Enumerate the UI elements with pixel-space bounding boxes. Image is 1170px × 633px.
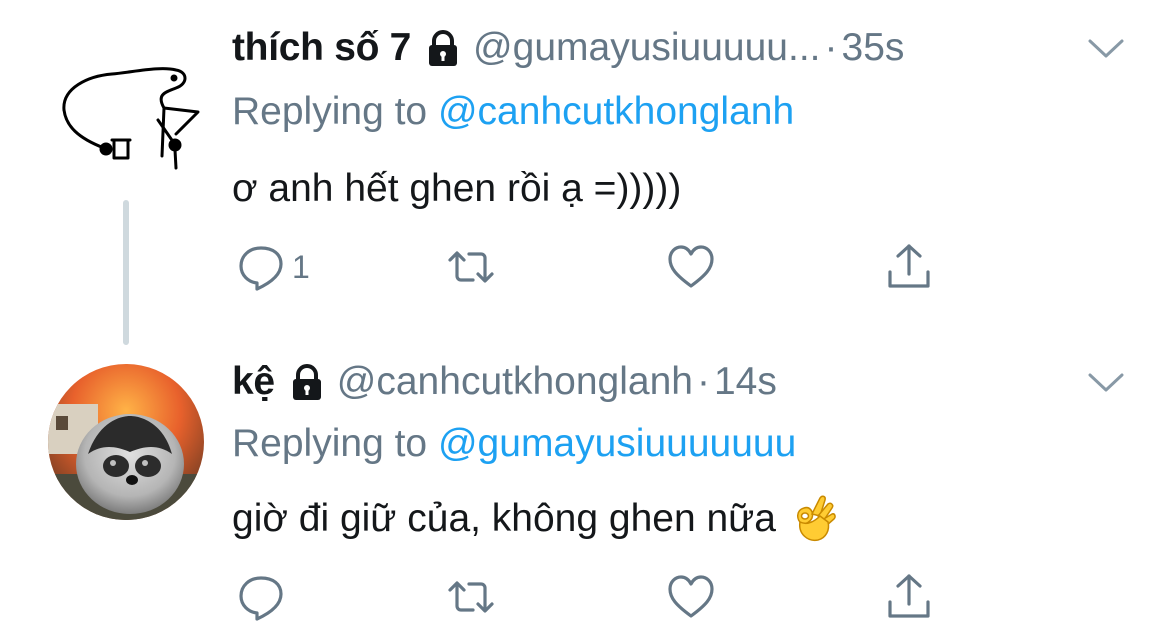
retweet-icon	[448, 251, 494, 283]
user-handle[interactable]: @canhcutkhonglanh	[337, 358, 693, 406]
separator-dot: ·	[824, 26, 838, 69]
tweet[interactable]: thích số 7 @gumayusiuuuuu... · 35s Reply…	[0, 0, 1170, 345]
lock-icon	[423, 28, 463, 68]
like-button[interactable]	[666, 572, 716, 622]
tweet-actions	[236, 572, 956, 622]
replying-to: Replying to @gumayusiuuuuuuu	[232, 420, 796, 468]
avatar[interactable]	[48, 364, 204, 520]
ok-hand-emoji	[796, 495, 836, 542]
user-handle[interactable]: @gumayusiuuuuu...	[473, 24, 820, 72]
tweet-text: giờ đi giữ của, không ghen nữa	[232, 494, 836, 544]
reply-button[interactable]	[236, 572, 292, 622]
share-icon	[888, 244, 930, 288]
like-icon	[668, 575, 714, 618]
reply-icon	[239, 246, 283, 291]
timestamp[interactable]: 14s	[714, 358, 777, 406]
share-icon	[888, 574, 930, 618]
tweet-text-content: ơ anh hết ghen rồi ạ =)))))	[232, 167, 682, 210]
replying-mention-link[interactable]: @canhcutkhonglanh	[438, 90, 794, 133]
tweet-text: ơ anh hết ghen rồi ạ =)))))	[232, 164, 681, 214]
timestamp[interactable]: 35s	[842, 24, 905, 72]
tweet[interactable]: kệ @canhcutkhonglanh · 14s Replying to @…	[0, 330, 1170, 633]
retweet-button[interactable]	[446, 572, 496, 622]
thread-line	[123, 200, 129, 345]
replying-prefix: Replying to	[232, 422, 428, 465]
retweet-icon	[448, 581, 494, 613]
replying-mention-link[interactable]: @gumayusiuuuuuuu	[438, 422, 796, 465]
caret-down-icon[interactable]	[1086, 370, 1126, 396]
like-button[interactable]	[666, 242, 716, 292]
replying-to: Replying to @canhcutkhonglanh	[232, 88, 794, 136]
display-name[interactable]: kệ	[232, 358, 275, 406]
share-button[interactable]	[884, 572, 934, 622]
lock-icon	[287, 362, 327, 402]
avatar[interactable]	[48, 36, 204, 192]
display-name[interactable]: thích số 7	[232, 24, 411, 72]
share-button[interactable]	[884, 242, 934, 292]
avatar-photo	[48, 364, 204, 520]
tweet-actions: 1	[236, 242, 956, 292]
reply-count: 1	[292, 248, 310, 285]
reply-icon	[239, 576, 283, 621]
tweet-text-content: giờ đi giữ của, không ghen nữa	[232, 497, 776, 540]
like-icon	[668, 245, 714, 288]
replying-prefix: Replying to	[232, 90, 428, 133]
avatar-drawing	[62, 67, 200, 170]
tweet-header: kệ @canhcutkhonglanh · 14s	[232, 358, 1060, 406]
reply-button[interactable]: 1	[236, 242, 310, 292]
caret-down-icon[interactable]	[1086, 36, 1126, 62]
tweet-header: thích số 7 @gumayusiuuuuu... · 35s	[232, 24, 1060, 72]
separator-dot: ·	[696, 360, 710, 403]
retweet-button[interactable]	[446, 242, 496, 292]
